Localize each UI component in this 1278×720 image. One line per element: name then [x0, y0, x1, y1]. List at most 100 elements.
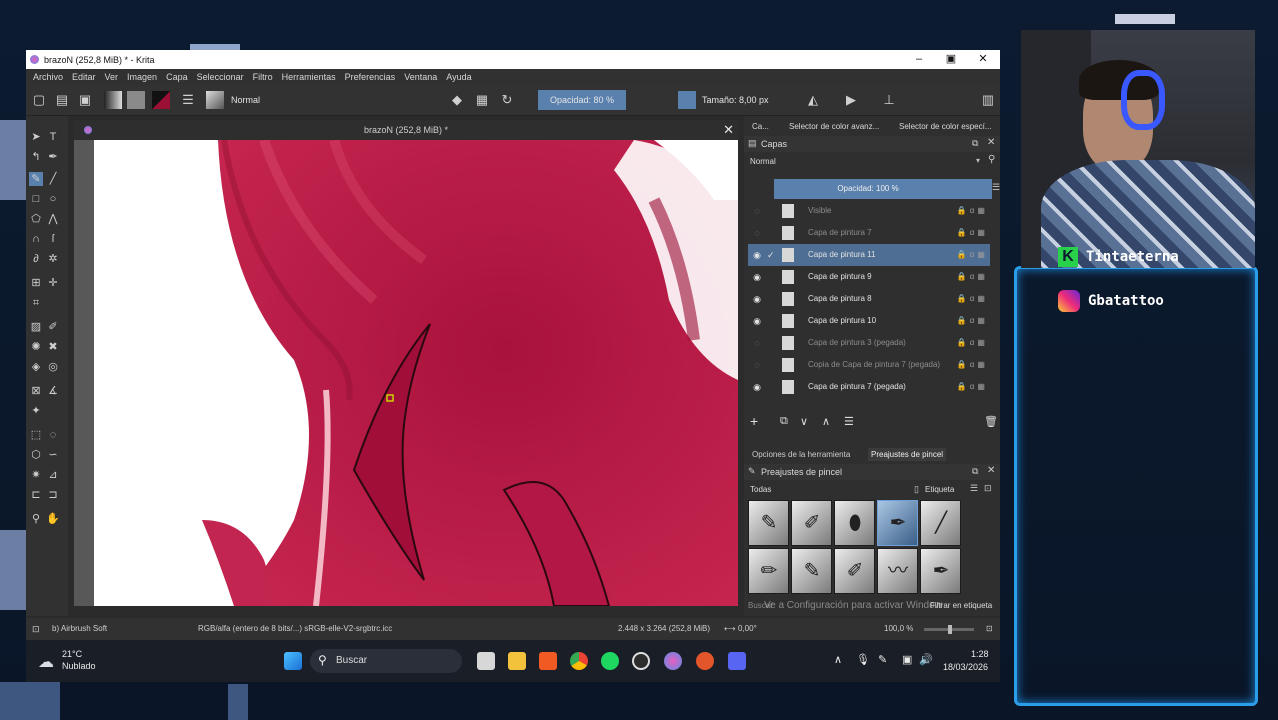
contiguous-select-icon[interactable]: ✷ — [29, 468, 43, 482]
task-view-icon[interactable] — [477, 652, 495, 670]
layer-row[interactable]: ◉ Capa de pintura 7 (pegada) 🔒α▦ — [748, 376, 990, 398]
workspace-icon[interactable]: ▥ — [981, 93, 995, 107]
wrap-icon[interactable]: ⊥ — [882, 93, 896, 107]
obs-icon[interactable] — [632, 652, 650, 670]
layer-row[interactable]: ◌ Capa de pintura 3 (pegada) 🔒α▦ — [748, 332, 990, 354]
brush-tool-icon[interactable]: ✎ — [29, 172, 43, 186]
bezier-tool-icon[interactable]: ∩ — [29, 232, 43, 246]
crop-tool-icon[interactable]: ⌗ — [29, 296, 43, 310]
mirror-vertical-icon[interactable]: ▶ — [844, 93, 858, 107]
move-up-icon[interactable]: ∧ — [822, 415, 830, 428]
layer-lock-icons[interactable]: 🔒α▦ — [957, 376, 988, 398]
layer-row[interactable]: ◌ Capa de pintura 7 🔒α▦ — [748, 222, 990, 244]
krita-taskbar-icon[interactable] — [664, 652, 682, 670]
layer-properties-icon[interactable]: ☰ — [844, 415, 854, 428]
add-layer-icon[interactable]: + — [750, 413, 758, 429]
duplicate-layer-icon[interactable]: ⧉ — [780, 415, 788, 428]
alpha-lock-icon[interactable]: ▦ — [475, 93, 489, 107]
color-swatch[interactable] — [152, 91, 170, 109]
tab-specific-color-selector[interactable]: Selector de color especí... — [899, 119, 992, 135]
polygon-select-icon[interactable]: ⬡ — [29, 448, 43, 462]
rectangle-tool-icon[interactable]: □ — [29, 192, 43, 206]
brush-preset[interactable]: ✎ — [791, 548, 832, 594]
mirror-horizontal-icon[interactable]: ◭ — [806, 93, 820, 107]
tab-brush-presets[interactable]: Preajustes de pincel — [868, 448, 947, 461]
brush-preset[interactable]: ✐ — [834, 548, 875, 594]
brush-preset[interactable]: ╱ — [920, 500, 961, 546]
pan-tool-icon[interactable]: ✋ — [46, 512, 60, 526]
smart-patch-icon[interactable]: ✺ — [29, 340, 43, 354]
brush-settings-icon[interactable]: ☰ — [181, 93, 195, 107]
polyline-tool-icon[interactable]: ⋀ — [46, 212, 60, 226]
menu-ventana[interactable]: Ventana — [404, 72, 437, 82]
brush-preset[interactable]: ✐ — [791, 500, 832, 546]
menu-preferencias[interactable]: Preferencias — [345, 72, 396, 82]
new-document-icon[interactable]: ▢ — [32, 93, 46, 107]
size-slider[interactable]: Tamaño: 8,00 px — [698, 90, 794, 110]
layer-menu-icon[interactable]: ☰ — [992, 182, 1000, 193]
tray-network-icon[interactable]: ▣ — [902, 653, 912, 666]
brush-preset[interactable]: 〰 — [877, 548, 918, 594]
layer-row[interactable]: ◉ Capa de pintura 8 🔒α▦ — [748, 288, 990, 310]
file-explorer-icon[interactable] — [508, 652, 526, 670]
filter-icon[interactable]: ⚲ — [988, 154, 995, 165]
eye-hidden-icon[interactable]: ◌ — [751, 354, 763, 376]
close-panel-icon[interactable]: ✕ — [987, 137, 995, 148]
zoom-slider-handle[interactable] — [948, 625, 952, 634]
canvas-viewport[interactable] — [74, 140, 738, 606]
layer-lock-icons[interactable]: 🔒α▦ — [957, 266, 988, 288]
minimize-icon[interactable]: – — [912, 52, 926, 66]
maximize-icon[interactable]: ▣ — [944, 52, 958, 66]
layer-lock-icons[interactable]: 🔒α▦ — [957, 244, 988, 266]
tab-layers[interactable]: Ca... — [752, 119, 769, 135]
layer-lock-icons[interactable]: 🔒α▦ — [957, 288, 988, 310]
brave-browser-icon[interactable] — [539, 652, 557, 670]
menu-archivo[interactable]: Archivo — [33, 72, 63, 82]
transform-tool-icon[interactable]: ⊞ — [29, 276, 43, 290]
brush-preset[interactable]: ✒ — [920, 548, 961, 594]
freehand-path-icon[interactable]: ſ — [46, 232, 60, 246]
brush-preset[interactable]: ✎ — [748, 500, 789, 546]
eye-icon[interactable]: ◉ — [751, 310, 763, 332]
menu-capa[interactable]: Capa — [166, 72, 188, 82]
flow-swatch[interactable] — [678, 91, 696, 109]
discord-icon[interactable] — [728, 652, 746, 670]
dynamic-brush-icon[interactable]: ∂ — [29, 252, 43, 266]
menu-seleccionar[interactable]: Seleccionar — [197, 72, 244, 82]
menu-filtro[interactable]: Filtro — [253, 72, 273, 82]
eye-hidden-icon[interactable]: ◌ — [751, 222, 763, 244]
colorize-mask-icon[interactable]: ✖ — [46, 340, 60, 354]
layer-lock-icons[interactable]: 🔒α▦ — [957, 310, 988, 332]
gradient-tool-icon[interactable]: ▨ — [29, 320, 43, 334]
layer-row[interactable]: ◉ Capa de pintura 9 🔒α▦ — [748, 266, 990, 288]
tray-pen-icon[interactable]: ✎ — [878, 653, 887, 666]
layer-row[interactable]: ◌ Copia de Capa de pintura 7 (pegada) 🔒α▦ — [748, 354, 990, 376]
menu-herramientas[interactable]: Herramientas — [282, 72, 336, 82]
expand-icon[interactable]: ⊡ — [984, 483, 992, 494]
polygon-tool-icon[interactable]: ⬠ — [29, 212, 43, 226]
zoom-tool-icon[interactable]: ⚲ — [29, 512, 43, 526]
menu-ayuda[interactable]: Ayuda — [446, 72, 471, 82]
select-shapes-icon[interactable]: ➤ — [29, 130, 43, 144]
presets-tag-label[interactable]: Etiqueta — [925, 485, 954, 494]
eraser-icon[interactable]: ◆ — [450, 93, 464, 107]
windows-start-icon[interactable] — [284, 652, 302, 670]
color-picker-icon[interactable]: ✐ — [46, 320, 60, 334]
tray-chevron-icon[interactable]: ∧ — [834, 653, 842, 666]
tab-advanced-color-selector[interactable]: Selector de color avanz... — [789, 119, 879, 135]
drawing-canvas[interactable] — [94, 140, 738, 606]
opacity-slider[interactable]: Opacidad: 80 % — [538, 90, 626, 110]
view-menu-icon[interactable]: ☰ — [970, 483, 978, 494]
brush-preset-selected[interactable]: ✒ — [877, 500, 918, 546]
float-panel-icon[interactable]: ⧉ — [972, 138, 978, 149]
brush-preset[interactable]: ✏ — [748, 548, 789, 594]
freehand-select-icon[interactable]: ∽ — [46, 448, 60, 462]
eye-icon[interactable]: ◉ — [751, 244, 763, 266]
taskbar-search-box[interactable]: ⚲ Buscar — [310, 649, 462, 673]
menu-editar[interactable]: Editar — [72, 72, 96, 82]
save-icon[interactable]: ▣ — [78, 93, 92, 107]
measure-tool-icon[interactable]: ∡ — [46, 384, 60, 398]
reload-icon[interactable]: ↻ — [500, 93, 514, 107]
multibrush-icon[interactable]: ✲ — [46, 252, 60, 266]
layer-row[interactable]: ◌ Visible 🔒α▦ — [748, 200, 990, 222]
